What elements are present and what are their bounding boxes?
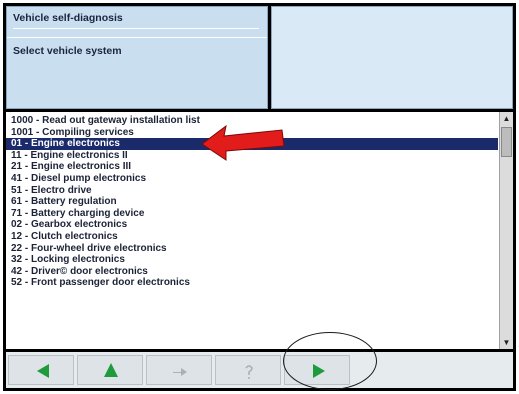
up-button[interactable] bbox=[77, 355, 143, 385]
list-item[interactable]: 51 - Electro drive bbox=[6, 185, 498, 197]
list-item[interactable]: 41 - Diesel pump electronics bbox=[6, 173, 498, 185]
highlight-ring bbox=[283, 332, 377, 390]
list-item[interactable]: 32 - Locking electronics bbox=[6, 254, 498, 266]
list-item[interactable]: 52 - Front passenger door electronics bbox=[6, 277, 498, 289]
list-item[interactable]: 71 - Battery charging device bbox=[6, 208, 498, 220]
hand-icon bbox=[173, 368, 187, 376]
list-item[interactable]: 22 - Four-wheel drive electronics bbox=[6, 243, 498, 255]
arrow-left-icon bbox=[37, 364, 49, 378]
question-icon bbox=[245, 365, 253, 379]
help-button[interactable] bbox=[215, 355, 281, 385]
arrow-up-icon bbox=[104, 363, 118, 377]
list-scrollbar[interactable]: ▲ ▼ bbox=[499, 112, 513, 349]
instruction-text: Select vehicle system bbox=[13, 45, 122, 57]
instruction-section: Select vehicle system bbox=[7, 37, 267, 108]
red-arrow-callout bbox=[201, 124, 285, 161]
info-panel bbox=[271, 6, 513, 109]
list-item[interactable]: 02 - Gearbox electronics bbox=[6, 219, 498, 231]
triangle-down-icon[interactable]: ▼ bbox=[500, 336, 513, 349]
list-item[interactable]: 21 - Engine electronics III bbox=[6, 161, 498, 173]
page-title: Vehicle self-diagnosis bbox=[13, 12, 259, 29]
list-item[interactable]: 61 - Battery regulation bbox=[6, 196, 498, 208]
scroll-thumb[interactable] bbox=[501, 127, 512, 157]
triangle-up-icon[interactable]: ▲ bbox=[500, 112, 513, 125]
back-button[interactable] bbox=[8, 355, 74, 385]
list-item[interactable]: 12 - Clutch electronics bbox=[6, 231, 498, 243]
list-item[interactable]: 42 - Driver© door electronics bbox=[6, 266, 498, 278]
toolbar bbox=[6, 352, 513, 388]
hand-button[interactable] bbox=[146, 355, 212, 385]
title-panel: Vehicle self-diagnosis Select vehicle sy… bbox=[6, 6, 268, 109]
diagnosis-window: Vehicle self-diagnosis Select vehicle sy… bbox=[3, 3, 516, 391]
